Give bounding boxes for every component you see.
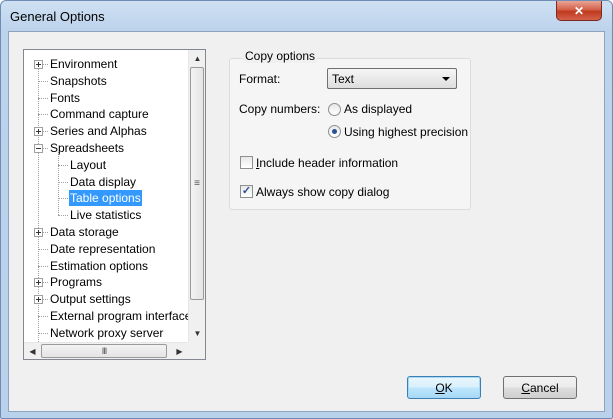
tree-item[interactable]: Fonts [24,90,188,106]
radio-as-displayed[interactable] [328,103,341,116]
radio-highest-precision-label[interactable]: Using highest precision [344,125,468,139]
tree-item[interactable]: Series and Alphas [24,123,188,139]
close-button[interactable]: ✕ [556,1,602,21]
expand-icon[interactable] [34,295,43,304]
copy-options-title: Copy options [243,49,318,63]
scroll-corner [188,342,205,359]
tree-item[interactable]: Environment [24,56,188,72]
tree-item-label: Estimation options [50,259,149,273]
checkmark-icon: ✓ [241,185,252,197]
tree-item-label: Environment [50,57,118,71]
tree-item[interactable]: Network proxy server [24,325,188,341]
expand-icon[interactable] [34,278,43,287]
grip-icon: ≡ [194,178,200,189]
tree-connector [38,316,48,318]
horizontal-scroll-thumb[interactable]: III [41,344,167,358]
tree-item-label: Fonts [50,91,81,105]
tree-item-label: Programs [50,275,103,289]
tree-item[interactable]: External program interface [24,308,191,324]
tree-item-label: Spreadsheets [50,141,125,155]
tree-connector [38,333,48,335]
cancel-button-label: Cancel [521,380,559,395]
tree-item[interactable]: Programs [24,274,188,290]
chevron-down-icon [442,77,450,81]
tree-item[interactable]: Spreadsheets [24,140,188,156]
tree-item[interactable]: Data display [24,174,188,190]
vertical-scroll-thumb[interactable]: ≡ [190,67,204,300]
ok-button[interactable]: OK [407,376,481,399]
tree-connector [43,282,48,284]
radio-as-displayed-label[interactable]: As displayed [344,102,412,116]
tree-item-label: Series and Alphas [50,124,147,138]
tree-item[interactable]: Layout [24,157,188,173]
radio-highest-precision[interactable] [328,125,341,138]
tree-connector [43,299,48,301]
scroll-up-icon[interactable]: ▲ [189,50,205,67]
format-select[interactable]: Text [327,68,457,89]
include-header-label[interactable]: Include header information [256,156,398,170]
tree-item-label: Data storage [50,225,119,239]
tree-connector [43,148,48,150]
expand-icon[interactable] [34,228,43,237]
tree-vertical-scrollbar[interactable]: ▲ ≡ ▼ [188,50,205,342]
tree-item[interactable]: Output settings [24,291,188,307]
general-options-window: General Options ✕ Environment Snapshots Fo… [0,0,613,419]
window-title: General Options [10,9,105,24]
tree-item[interactable]: Date representation [24,241,188,257]
format-select-value: Text [332,72,355,86]
options-tree[interactable]: Environment Snapshots Fonts Command capture… [23,49,206,360]
tree-connector [38,98,48,100]
dialog-body: Environment Snapshots Fonts Command capture… [8,31,605,412]
tree-connector [58,215,68,217]
tree-connector [58,165,68,167]
tree-item-label: Date representation [50,242,156,256]
tree-connector [38,81,48,83]
always-show-dialog-checkbox[interactable]: ✓ [240,185,253,198]
always-show-dialog-label[interactable]: Always show copy dialog [256,185,389,199]
scroll-left-icon[interactable]: ◀ [24,343,41,359]
tree-horizontal-scrollbar[interactable]: ◀ III ▶ [24,342,188,359]
tree-item-label: Output settings [50,292,131,306]
title-bar[interactable]: General Options ✕ [1,1,612,31]
include-header-checkbox[interactable] [240,156,253,169]
tree-connector [43,64,48,66]
tree-item[interactable]: Data storage [24,224,188,240]
tree-item[interactable]: Command capture [24,106,188,122]
cancel-button[interactable]: Cancel [503,376,577,399]
tree-item-label: Live statistics [70,208,142,222]
tree-connector [38,249,48,251]
grip-icon: III [101,346,107,356]
collapse-icon[interactable] [34,144,43,153]
tree-connector [38,114,48,116]
tree-connector [58,198,68,200]
tree-connector [43,232,48,234]
tree-item-label: Data display [70,175,137,189]
tree-item[interactable]: Estimation options [24,258,188,274]
scroll-right-icon[interactable]: ▶ [171,343,188,359]
tree-item-label: Snapshots [50,74,107,88]
tree-connector [38,266,48,268]
copy-numbers-label: Copy numbers: [239,102,321,116]
expand-icon[interactable] [34,60,43,69]
tree-item-label: Command capture [50,107,149,121]
tree-item[interactable]: Table options [24,190,188,206]
tree-item[interactable]: Snapshots [24,73,188,89]
ok-button-label: OK [435,380,453,395]
tree-connector [43,131,48,133]
tree-item[interactable]: Live statistics [24,207,188,223]
tree-items: Environment Snapshots Fonts Command capture… [24,50,191,342]
format-label: Format: [239,72,281,86]
close-icon: ✕ [573,3,585,18]
tree-item-label: Network proxy server [50,326,164,340]
expand-icon[interactable] [34,127,43,136]
tree-item-label: Layout [70,158,107,172]
tree-connector [58,182,68,184]
scroll-down-icon[interactable]: ▼ [189,325,205,342]
tree-item-label: Table options [69,190,142,206]
tree-item-label: External program interface [50,309,192,323]
